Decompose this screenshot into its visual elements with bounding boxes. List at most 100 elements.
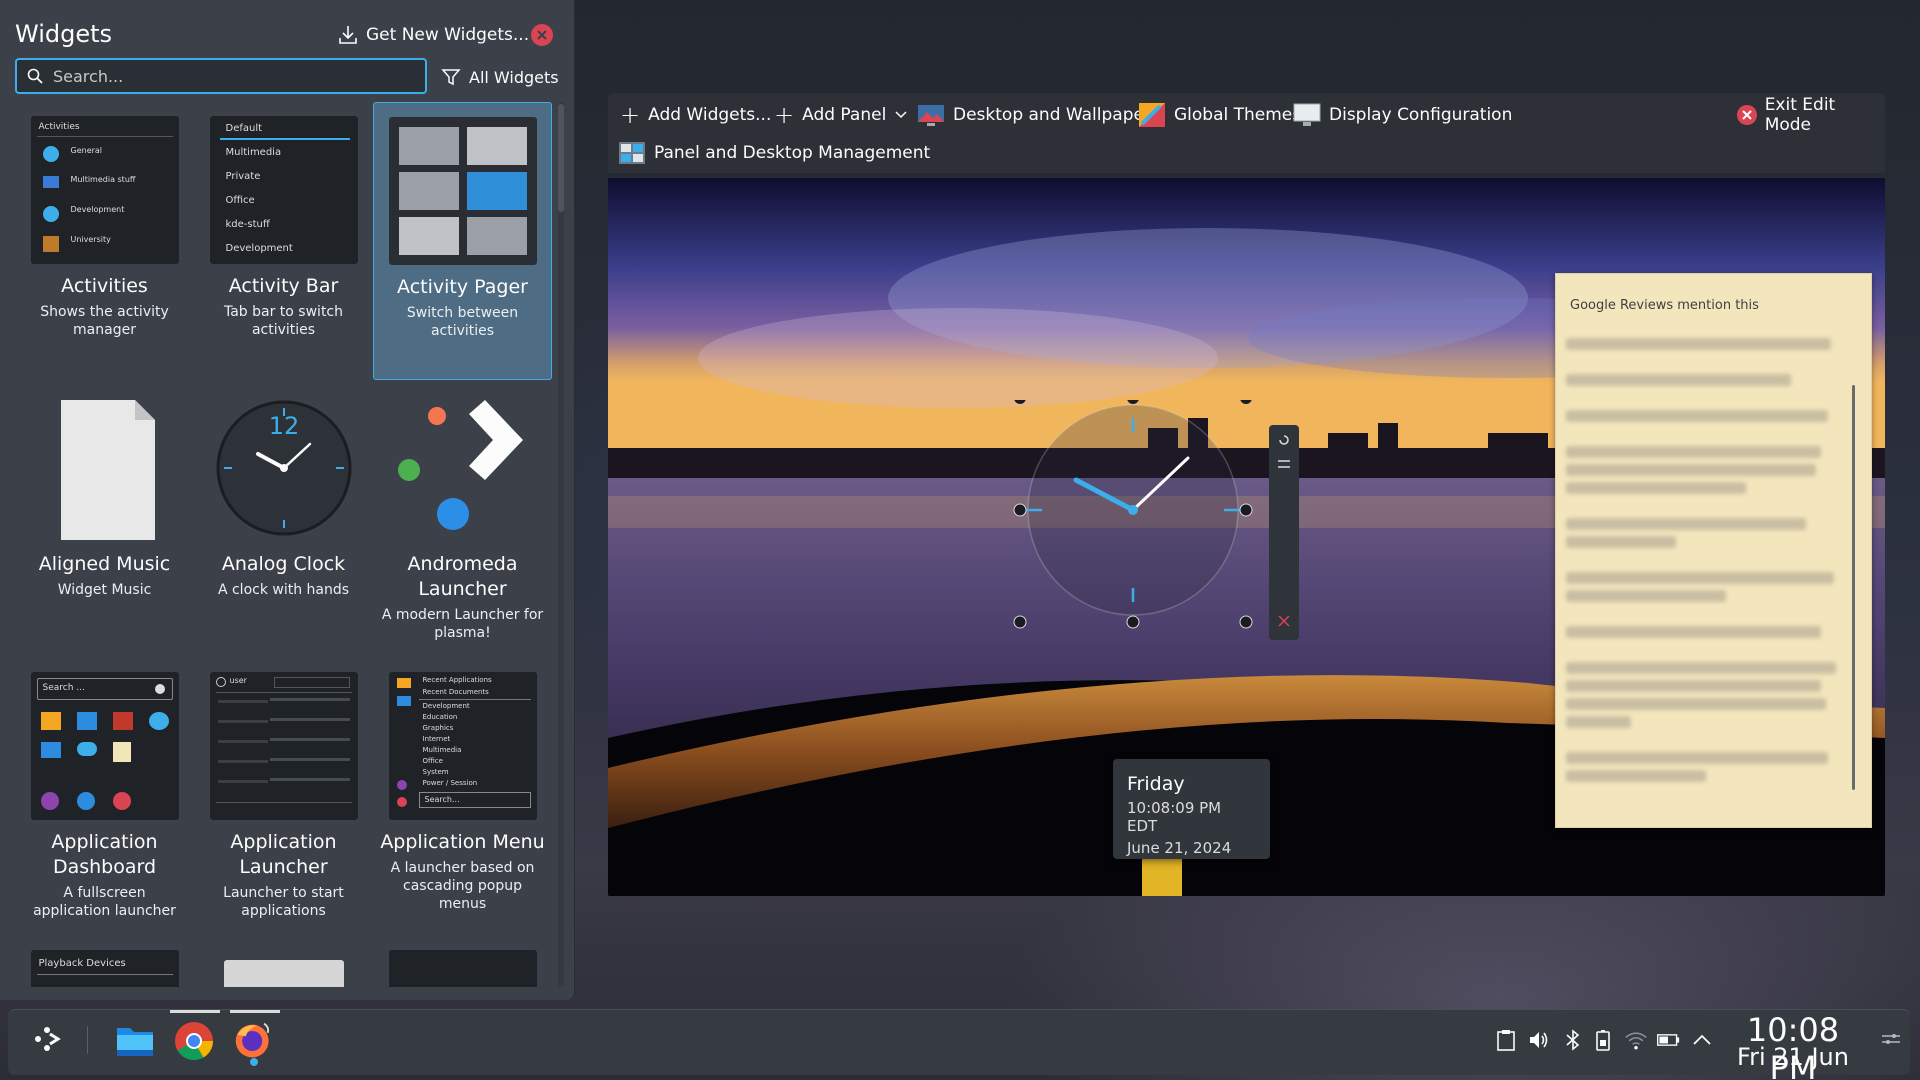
desktop-analog-clock[interactable] bbox=[1006, 400, 1266, 640]
global-themes-button[interactable]: Global Themes bbox=[1138, 100, 1301, 130]
widget-filter-label: All Widgets bbox=[469, 67, 559, 87]
widget-card-application-dashboard[interactable]: Search ... Application Dashboard A fulls… bbox=[15, 658, 194, 936]
widget-card-andromeda-launcher[interactable]: Andromeda Launcher A modern Launcher for… bbox=[373, 380, 552, 658]
widget-description: Widget Music bbox=[57, 582, 152, 598]
widget-card-activity-bar[interactable]: Default Multimedia Private Office kde-st… bbox=[194, 102, 373, 378]
widget-card-analog-clock[interactable]: 12 Analog Clock A clock with hands bbox=[194, 380, 373, 658]
blurred-text bbox=[1566, 662, 1836, 674]
thumb-row: Default bbox=[225, 123, 263, 134]
widget-card-playback-devices[interactable]: Playback Devices bbox=[15, 936, 194, 987]
widget-thumbnail bbox=[223, 960, 344, 987]
blurred-text bbox=[1566, 716, 1631, 728]
widget-card-activity-pager[interactable]: Activity Pager Switch between activities bbox=[373, 102, 552, 380]
chrome-icon[interactable] bbox=[173, 1020, 215, 1062]
desktop-wallpaper-button[interactable]: Desktop and Wallpaper bbox=[917, 100, 1151, 130]
tooltip-time: 10:08:09 PM EDT bbox=[1127, 799, 1222, 835]
battery-icon[interactable] bbox=[1656, 1028, 1680, 1052]
tooltip-day: Friday bbox=[1127, 773, 1185, 795]
widget-thumbnail bbox=[388, 950, 537, 987]
blurred-text bbox=[1566, 446, 1821, 458]
resize-handle[interactable] bbox=[1239, 503, 1253, 517]
resize-handle[interactable] bbox=[1013, 615, 1027, 629]
audio-playing-indicator bbox=[250, 1058, 258, 1066]
widget-name: Andromeda Launcher bbox=[407, 553, 518, 600]
widget-grid: Activities General Multimedia stuff Deve… bbox=[15, 102, 552, 987]
thumb-row: Office bbox=[422, 757, 443, 765]
application-menu-thumbnail: Recent Applications Recent Documents Dev… bbox=[388, 672, 537, 820]
add-panel-button[interactable]: + Add Panel bbox=[774, 100, 908, 130]
sticky-note-widget[interactable]: Google Reviews mention this bbox=[1555, 273, 1872, 828]
widget-filter-button[interactable]: All Widgets bbox=[441, 64, 559, 90]
widget-list-scrollbar-thumb[interactable] bbox=[558, 104, 564, 212]
widget-name: Activity Pager bbox=[397, 276, 528, 298]
file-manager-icon[interactable] bbox=[114, 1020, 156, 1062]
application-launcher-thumbnail: user bbox=[209, 672, 358, 820]
thumb-row: Private bbox=[225, 171, 261, 182]
thumb-row: Education bbox=[422, 713, 458, 721]
tooltip-date: June 21, 2024 bbox=[1127, 839, 1232, 857]
bluetooth-icon[interactable] bbox=[1561, 1028, 1585, 1052]
display-configuration-button[interactable]: Display Configuration bbox=[1293, 100, 1512, 130]
taskbar-clock-date[interactable]: Fri 21 Jun bbox=[1722, 1043, 1864, 1071]
widget-description: A clock with hands bbox=[217, 582, 350, 598]
active-indicator bbox=[230, 1010, 280, 1013]
edit-mode-toolbar: + Add Widgets... + Add Panel Desktop and… bbox=[608, 93, 1885, 173]
widget-handle-bar[interactable] bbox=[1269, 425, 1299, 640]
volume-icon[interactable] bbox=[1527, 1028, 1551, 1052]
resize-handle[interactable] bbox=[1126, 615, 1140, 629]
sticky-note-scrollbar[interactable] bbox=[1852, 385, 1855, 790]
rotate-icon[interactable] bbox=[1277, 433, 1291, 447]
panel-desktop-management-button[interactable]: Panel and Desktop Management bbox=[618, 138, 930, 168]
widget-search-input[interactable] bbox=[53, 66, 413, 86]
widget-card-partial[interactable] bbox=[373, 936, 552, 987]
launcher-icon[interactable] bbox=[26, 1018, 68, 1060]
wifi-icon[interactable] bbox=[1624, 1028, 1648, 1052]
clock-number: 12 bbox=[268, 412, 299, 440]
widget-card-application-launcher[interactable]: user Application Launcher Launcher to st… bbox=[194, 658, 373, 936]
widget-card-partial[interactable] bbox=[194, 936, 373, 987]
blurred-text bbox=[1566, 374, 1791, 386]
widget-name: Analog Clock bbox=[221, 553, 346, 575]
firefox-icon[interactable] bbox=[233, 1020, 275, 1062]
resize-handle[interactable] bbox=[1127, 400, 1139, 404]
thumb-row: Graphics bbox=[422, 724, 454, 732]
thumb-row: Recent Applications bbox=[422, 676, 492, 684]
thumb-user: user bbox=[229, 676, 247, 685]
expand-tray-icon[interactable] bbox=[1690, 1028, 1714, 1052]
blurred-text bbox=[1566, 698, 1826, 710]
widget-card-application-menu[interactable]: Recent Applications Recent Documents Dev… bbox=[373, 658, 552, 936]
close-circle-icon bbox=[1737, 105, 1757, 125]
thumb-header: Activities bbox=[38, 122, 80, 132]
clock-tooltip: Friday 10:08:09 PM EDT June 21, 2024 bbox=[1113, 759, 1270, 859]
thumb-row: Recent Documents bbox=[422, 688, 489, 696]
get-new-widgets-button[interactable]: Get New Widgets... bbox=[338, 20, 529, 50]
activities-thumbnail: Activities General Multimedia stuff Deve… bbox=[30, 116, 179, 264]
resize-handle[interactable] bbox=[1239, 615, 1253, 629]
resize-handle[interactable] bbox=[1014, 400, 1026, 404]
get-new-widgets-label: Get New Widgets... bbox=[366, 25, 530, 45]
resize-handle[interactable] bbox=[1013, 503, 1027, 517]
widget-description: Switch between activities bbox=[406, 305, 519, 339]
add-widgets-button[interactable]: + Add Widgets... bbox=[620, 100, 771, 130]
thumb-row: University bbox=[70, 235, 111, 244]
exit-edit-mode-button[interactable]: Exit Edit Mode bbox=[1737, 95, 1885, 135]
remove-icon[interactable] bbox=[1278, 615, 1290, 627]
thumb-row: Multimedia bbox=[225, 147, 282, 158]
widget-list-scrollbar[interactable] bbox=[558, 102, 564, 987]
clipboard-icon[interactable] bbox=[1494, 1028, 1518, 1052]
settings-sliders-icon[interactable] bbox=[1277, 457, 1291, 471]
thumb-row: kde-stuff bbox=[225, 219, 270, 230]
widget-card-activities[interactable]: Activities General Multimedia stuff Deve… bbox=[15, 102, 194, 378]
blurred-text bbox=[1566, 482, 1746, 494]
chevron-down-icon bbox=[895, 111, 907, 119]
plus-icon: + bbox=[620, 101, 641, 129]
thumb-row: General bbox=[70, 146, 103, 155]
taskbar-separator bbox=[87, 1026, 88, 1054]
widget-search-field[interactable] bbox=[15, 58, 427, 94]
battery-monitor-icon[interactable] bbox=[1591, 1028, 1615, 1052]
close-widgets-button[interactable] bbox=[531, 24, 553, 46]
thumb-row: Internet bbox=[422, 735, 451, 743]
show-desktop-icon[interactable] bbox=[1880, 1028, 1902, 1050]
widget-card-aligned-music[interactable]: Aligned Music Widget Music bbox=[15, 380, 194, 658]
resize-handle[interactable] bbox=[1240, 400, 1252, 404]
